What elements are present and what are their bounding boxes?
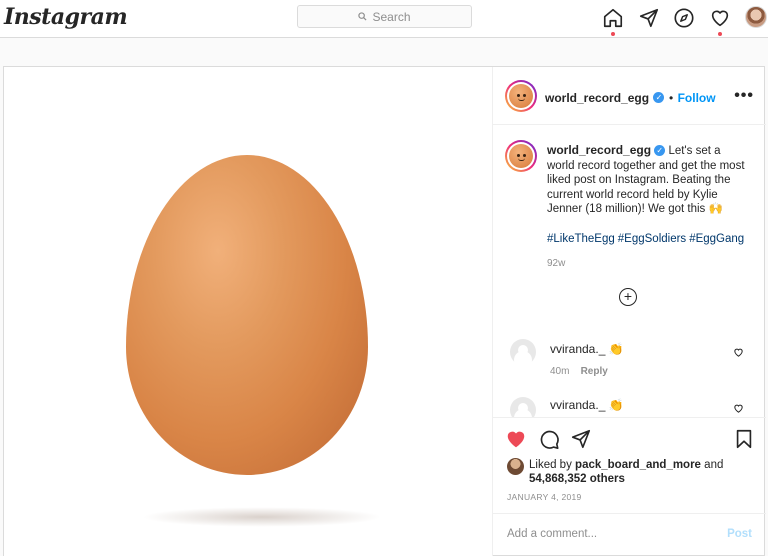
comment-icon[interactable] — [538, 428, 560, 450]
activity-heart-icon[interactable] — [709, 7, 731, 36]
profile-avatar[interactable] — [745, 6, 767, 28]
caption-hashtags: #LikeTheEgg #EggSoldiers #EggGang — [547, 233, 747, 245]
post-image[interactable] — [4, 67, 492, 556]
comment-age: 40m — [550, 366, 570, 377]
add-comment-bar: Add a comment... Post — [493, 513, 766, 556]
add-comment-input[interactable]: Add a comment... — [507, 528, 597, 540]
caption-username[interactable]: world_record_egg — [547, 143, 651, 157]
caption: world_record_egg ✓ Let's set a world rec… — [547, 143, 747, 217]
share-icon[interactable] — [570, 428, 592, 450]
search-input[interactable]: Search — [297, 5, 472, 28]
liked-by-prefix: Liked by — [529, 459, 572, 471]
direct-icon[interactable] — [638, 7, 660, 29]
post-header: world_record_egg ✓ • Follow ••• — [493, 67, 766, 125]
more-options-icon[interactable]: ••• — [734, 87, 754, 105]
follow-separator: • — [668, 91, 674, 105]
commenter-avatar[interactable] — [510, 397, 536, 417]
liked-by-text: Liked by pack_board_and_more and 54,868,… — [529, 458, 723, 486]
home-icon[interactable] — [602, 7, 624, 36]
comment-like-icon[interactable] — [733, 347, 744, 358]
like-heart-icon[interactable] — [505, 428, 527, 450]
comment-username[interactable]: vviranda._ — [550, 342, 605, 356]
instagram-logo[interactable]: Instagram — [4, 4, 128, 30]
liked-by-user[interactable]: pack_board_and_more — [575, 459, 701, 471]
verified-badge-icon: ✓ — [653, 92, 665, 104]
liker-avatar[interactable] — [507, 458, 524, 475]
load-more-comments-icon[interactable]: + — [619, 288, 637, 306]
search-icon — [358, 12, 367, 21]
author-username[interactable]: world_record_egg — [545, 91, 649, 105]
save-bookmark-icon[interactable] — [733, 428, 755, 450]
comment-username[interactable]: vviranda._ — [550, 398, 605, 412]
post-comment-button[interactable]: Post — [727, 528, 752, 540]
hashtag-link[interactable]: #EggGang — [689, 233, 744, 245]
hashtag-link[interactable]: #EggSoldiers — [618, 233, 686, 245]
search-placeholder: Search — [372, 9, 411, 24]
comment-like-icon[interactable] — [733, 403, 744, 414]
notification-dot — [611, 32, 615, 36]
comment: vviranda._ 👏 — [550, 342, 624, 356]
commenter-avatar[interactable] — [510, 339, 536, 365]
caption-avatar[interactable] — [505, 140, 537, 172]
post-date[interactable]: JANUARY 4, 2019 — [507, 492, 582, 502]
caption-age: 92w — [547, 258, 566, 269]
top-nav-bar: Instagram Search — [0, 0, 768, 38]
hashtag-link[interactable]: #LikeTheEgg — [547, 233, 615, 245]
liked-by-and: and — [704, 459, 724, 471]
egg-shadow — [142, 507, 382, 527]
header-author-line: world_record_egg ✓ • Follow — [545, 89, 716, 107]
comment-text: 👏 — [608, 398, 624, 412]
comments-area[interactable]: world_record_egg ✓ Let's set a world rec… — [493, 125, 766, 417]
verified-badge-icon: ✓ — [654, 145, 666, 157]
post-actions: Liked by pack_board_and_more and 54,868,… — [493, 417, 766, 556]
reply-button[interactable]: Reply — [581, 366, 608, 377]
egg-image — [126, 155, 368, 475]
post-card: world_record_egg ✓ • Follow ••• world_re… — [3, 66, 766, 556]
notification-dot — [718, 32, 722, 36]
comment-meta: 40m Reply — [550, 366, 608, 377]
likes-count[interactable]: 54,868,352 others — [529, 473, 625, 485]
explore-icon[interactable] — [673, 7, 695, 29]
author-avatar[interactable] — [505, 80, 537, 112]
follow-button[interactable]: Follow — [678, 91, 716, 105]
post-sidebar: world_record_egg ✓ • Follow ••• world_re… — [492, 67, 766, 556]
comment-text: 👏 — [608, 342, 624, 356]
comment: vviranda._ 👏 — [550, 398, 624, 412]
